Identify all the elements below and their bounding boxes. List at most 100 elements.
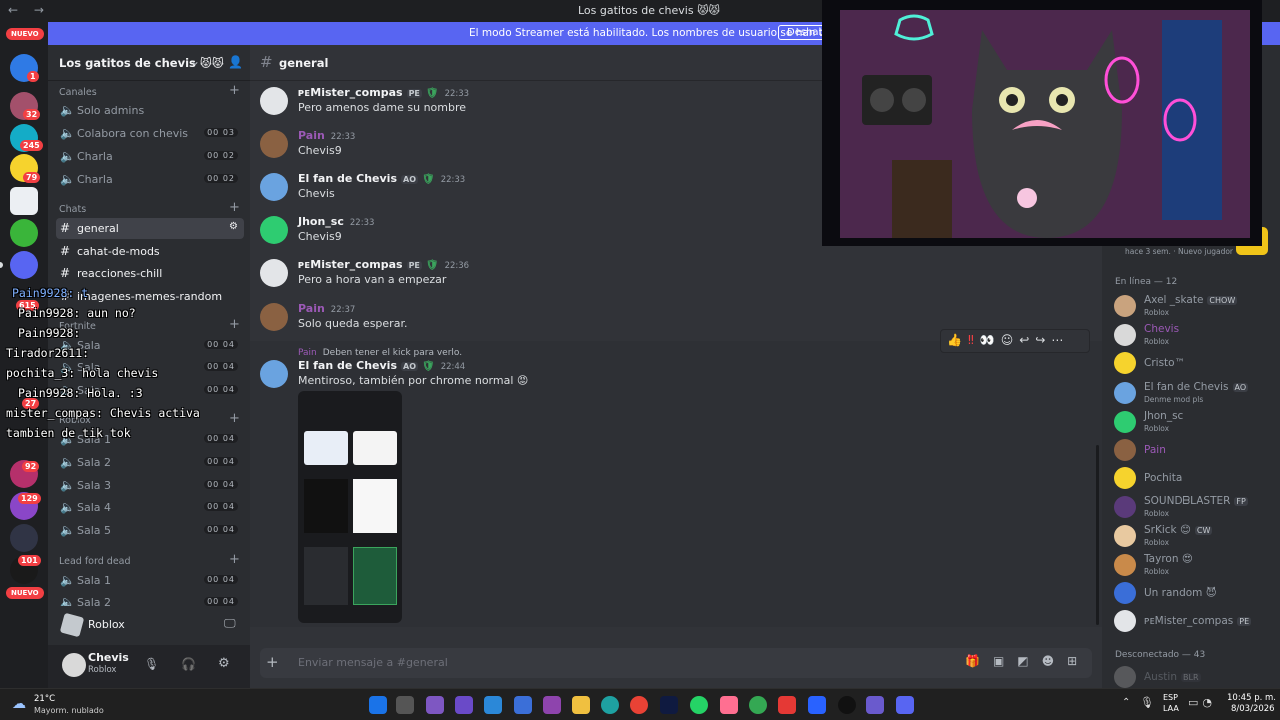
add-member-icon[interactable]: 👤 — [228, 55, 243, 69]
avatar[interactable] — [260, 360, 288, 388]
avatar[interactable] — [260, 259, 288, 287]
avatar[interactable] — [260, 130, 288, 158]
category-chats[interactable]: Chats — [59, 204, 86, 215]
discord-icon[interactable] — [896, 696, 914, 714]
channel-item[interactable]: 🔈 Sala 2 00 04 — [56, 592, 244, 606]
thumbs-up-icon[interactable]: 👍 — [947, 333, 968, 347]
weather-icon[interactable]: ☁ — [12, 696, 26, 712]
tray-chevron-icon[interactable]: ⌃ — [1122, 697, 1130, 708]
animate-icon[interactable] — [660, 696, 678, 714]
channel-item[interactable]: 🔈 Sala 3 00 04 — [56, 475, 244, 496]
member-item[interactable]: Tayron 😍 Roblox — [1114, 551, 1279, 579]
message-author[interactable]: Pain — [298, 302, 325, 315]
add-channel-icon[interactable]: + — [229, 552, 240, 567]
member-item[interactable]: Un random 😈 — [1114, 579, 1279, 607]
gift-icon[interactable]: 🎁 — [965, 654, 993, 668]
channel-item[interactable]: 🔈 Colabora con chevis 00 03 — [56, 123, 244, 144]
add-channel-icon[interactable]: + — [229, 83, 240, 98]
member-item[interactable]: Axel _skate CHOW Roblox — [1114, 292, 1279, 320]
member-item[interactable]: Cristo™ — [1114, 349, 1279, 377]
microphone-icon[interactable]: 🎙 — [1140, 696, 1154, 709]
gear-icon[interactable]: ⚙ — [229, 221, 238, 232]
file-explorer-icon[interactable] — [572, 696, 590, 714]
message-author[interactable]: ᴘᴇMister_compas — [298, 258, 403, 271]
member-item[interactable]: Jhon_sc Roblox — [1114, 408, 1279, 436]
back-forward-icon[interactable]: ← → — [8, 3, 50, 17]
clock-time[interactable]: 10:45 p. m. — [1227, 693, 1276, 703]
gif-icon[interactable]: ▣ — [993, 654, 1017, 668]
message-author[interactable]: El fan de Chevis — [298, 359, 397, 372]
gear-icon[interactable]: ⚙ — [218, 656, 230, 671]
start-icon[interactable] — [369, 696, 387, 714]
member-item[interactable]: Pochita — [1114, 464, 1279, 492]
weather-desc[interactable]: Mayorm. nublado — [34, 706, 104, 715]
server-icon[interactable] — [10, 524, 38, 552]
channel-general[interactable]: # general ⚙ — [56, 218, 244, 239]
avatar[interactable] — [260, 303, 288, 331]
app-icon[interactable] — [543, 696, 561, 714]
chrome-profile-icon[interactable] — [749, 696, 767, 714]
member-item[interactable]: SOUNDᗷLASTER FP Roblox — [1114, 493, 1279, 521]
member-item[interactable]: El fan de Chevis AO Denme mod pls — [1114, 379, 1279, 407]
channel-item[interactable]: 🔈 Sala 5 00 04 — [56, 520, 244, 541]
channel-item[interactable]: 🔈 Charla 00 02 — [56, 169, 244, 190]
app-icon[interactable] — [838, 696, 856, 714]
member-item[interactable]: SrKick 😊 CW Roblox — [1114, 522, 1279, 550]
category-canales[interactable]: Canales — [59, 87, 97, 98]
language-indicator[interactable]: LAA — [1163, 704, 1179, 713]
channel-item[interactable]: 🔈 Sala 4 00 04 — [56, 497, 244, 518]
clock-date[interactable]: 8/03/2026 — [1231, 704, 1275, 714]
apps-icon[interactable]: ⊞ — [1067, 654, 1090, 668]
app-icon[interactable] — [484, 696, 502, 714]
server-icon[interactable] — [10, 251, 38, 279]
message-input[interactable]: Enviar mensaje a #general — [298, 656, 448, 669]
screen-share-icon[interactable]: 🖵 — [224, 616, 236, 631]
emoji-icon[interactable]: ☻ — [1042, 654, 1068, 668]
eyes-icon[interactable]: 👀 — [980, 333, 1001, 347]
weather-temp[interactable]: 21°C — [34, 694, 55, 704]
member-item[interactable]: ᴘᴇMister_compas PE — [1114, 607, 1279, 635]
member-item[interactable]: Austin BLR — [1114, 663, 1279, 691]
avatar[interactable] — [260, 173, 288, 201]
member-item[interactable]: Pain — [1114, 436, 1279, 464]
headphones-icon[interactable]: 🎧 — [181, 657, 196, 671]
more-icon[interactable]: ⋯ — [1051, 333, 1069, 347]
image-attachment[interactable] — [298, 391, 402, 623]
chrome-icon[interactable] — [630, 696, 648, 714]
message-actions-toolbar[interactable]: 👍‼👀☺↩↪⋯ — [940, 329, 1090, 353]
scrollbar[interactable] — [1096, 445, 1099, 625]
channel-item[interactable]: 🔈 Sala 2 00 04 — [56, 452, 244, 473]
avatar[interactable] — [260, 87, 288, 115]
message-author[interactable]: Pain — [298, 129, 325, 142]
server-icon[interactable] — [10, 219, 38, 247]
avatar[interactable] — [260, 216, 288, 244]
member-item[interactable]: Chevis Roblox — [1114, 321, 1279, 349]
sticker-icon[interactable]: ◩ — [1017, 654, 1041, 668]
task-view-icon[interactable] — [396, 696, 414, 714]
edge-icon[interactable] — [601, 696, 619, 714]
whatsapp-icon[interactable] — [690, 696, 708, 714]
app-icon[interactable] — [866, 696, 884, 714]
forward-icon[interactable]: ↪ — [1035, 333, 1051, 347]
category-leadford[interactable]: Lead ford dead — [59, 556, 131, 567]
network-volume-icons[interactable]: ▭◔ — [1188, 696, 1216, 709]
app-icon[interactable] — [808, 696, 826, 714]
microphone-icon[interactable]: 🎙 — [144, 657, 159, 671]
app-icon[interactable] — [778, 696, 796, 714]
channel-item[interactable]: # reacciones-chill — [56, 263, 244, 284]
channel-item[interactable]: 🔈 Sala 1 00 04 — [56, 570, 244, 591]
server-icon[interactable] — [10, 187, 38, 215]
reply-icon[interactable]: ↩ — [1019, 333, 1035, 347]
reply-preview[interactable]: Pain Deben tener el kick para verlo. — [298, 348, 462, 358]
server-header[interactable]: Los gatitos de chevis 😾😾 ⌄ 👤 — [48, 45, 250, 81]
game-activity[interactable]: Roblox 🖵 — [56, 608, 244, 642]
add-attachment-icon[interactable]: + — [266, 653, 279, 671]
teams-icon[interactable] — [455, 696, 473, 714]
channel-item[interactable]: 🔈 Solo admins — [56, 100, 244, 121]
app-icon[interactable] — [514, 696, 532, 714]
add-channel-icon[interactable]: + — [229, 200, 240, 215]
message-author[interactable]: El fan de Chevis — [298, 172, 397, 185]
app-icon[interactable] — [720, 696, 738, 714]
reaction-icon[interactable]: ☺ — [1001, 333, 1020, 347]
exclamation-icon[interactable]: ‼ — [968, 333, 980, 347]
